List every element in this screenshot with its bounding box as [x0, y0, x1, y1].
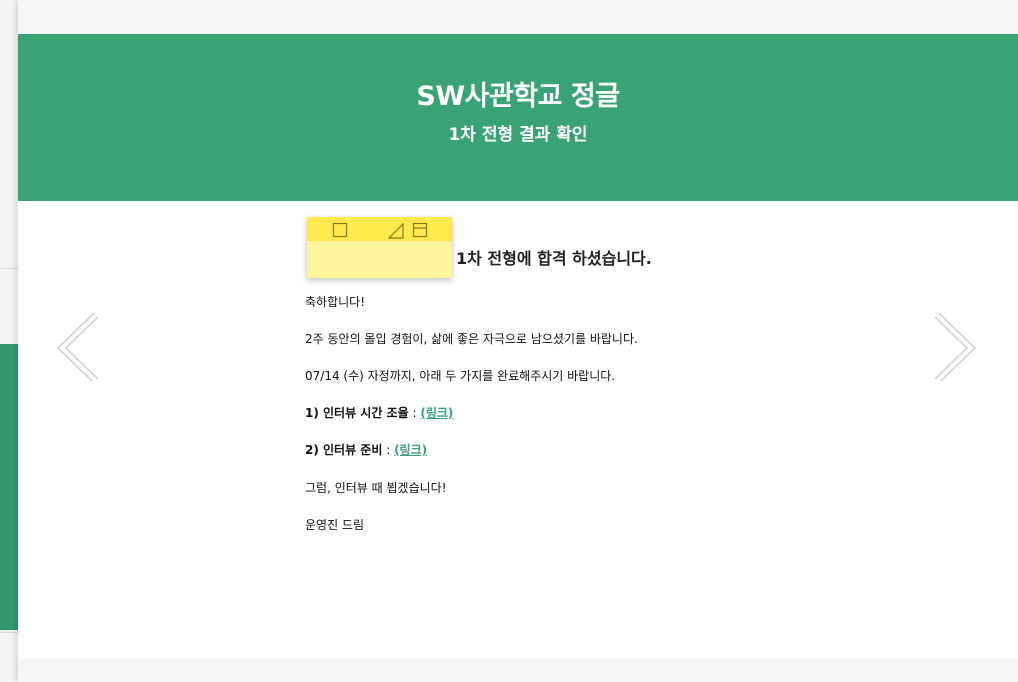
item-2-label: 2) 인터뷰 준비: [305, 443, 383, 457]
signature-text: 운영진 드림: [305, 518, 365, 532]
window-icon[interactable]: [412, 222, 428, 238]
background-divider: [0, 268, 18, 269]
instruction-item-2: 2) 인터뷰 준비 : (링크): [305, 441, 427, 458]
separator: :: [408, 406, 421, 420]
footer-band: [18, 659, 1018, 682]
background-page: [0, 0, 18, 682]
chevron-left-icon: [56, 312, 99, 384]
triangle-icon[interactable]: [388, 223, 404, 239]
header-banner: SW사관학교 정글 1차 전형 결과 확인: [18, 34, 1018, 201]
result-headline: 1차 전형에 합격 하셨습니다.: [456, 249, 652, 268]
square-icon[interactable]: [332, 222, 348, 238]
next-button[interactable]: [933, 311, 979, 384]
congrats-text: 축하합니다!: [305, 295, 366, 309]
interview-schedule-link[interactable]: (링크): [420, 406, 453, 420]
instruction-item-1: 1) 인터뷰 시간 조율 : (링크): [305, 404, 453, 421]
item-1-label: 1) 인터뷰 시간 조율: [305, 406, 409, 420]
chevron-right-icon: [934, 312, 977, 384]
page-subtitle: 1차 전형 결과 확인: [448, 125, 588, 145]
interview-prep-link[interactable]: (링크): [394, 443, 427, 457]
sticky-note[interactable]: [307, 217, 452, 278]
sticky-note-toolbar[interactable]: [307, 217, 452, 241]
wish-text: 2주 동안의 몰입 경험이, 삶에 좋은 자극으로 남으셨기를 바랍니다.: [305, 332, 638, 346]
separator: :: [382, 443, 395, 457]
prev-button[interactable]: [54, 311, 100, 384]
message-content: 1차 전형에 합격 하셨습니다. 축하합니다! 2주 동안의 몰입 경험이, 삶…: [18, 201, 1018, 659]
closing-text: 그럼, 인터뷰 때 뵙겠습니다!: [305, 481, 447, 495]
page-title: SW사관학교 정글: [416, 81, 620, 112]
background-green-panel: [0, 344, 18, 630]
background-divider: [0, 632, 18, 633]
deadline-text: 07/14 (수) 자정까지, 아래 두 가지를 완료해주시기 바랍니다.: [305, 369, 616, 383]
result-modal: SW사관학교 정글 1차 전형 결과 확인 1차 전형에 합격 하셨습니다. 축…: [18, 0, 1018, 682]
